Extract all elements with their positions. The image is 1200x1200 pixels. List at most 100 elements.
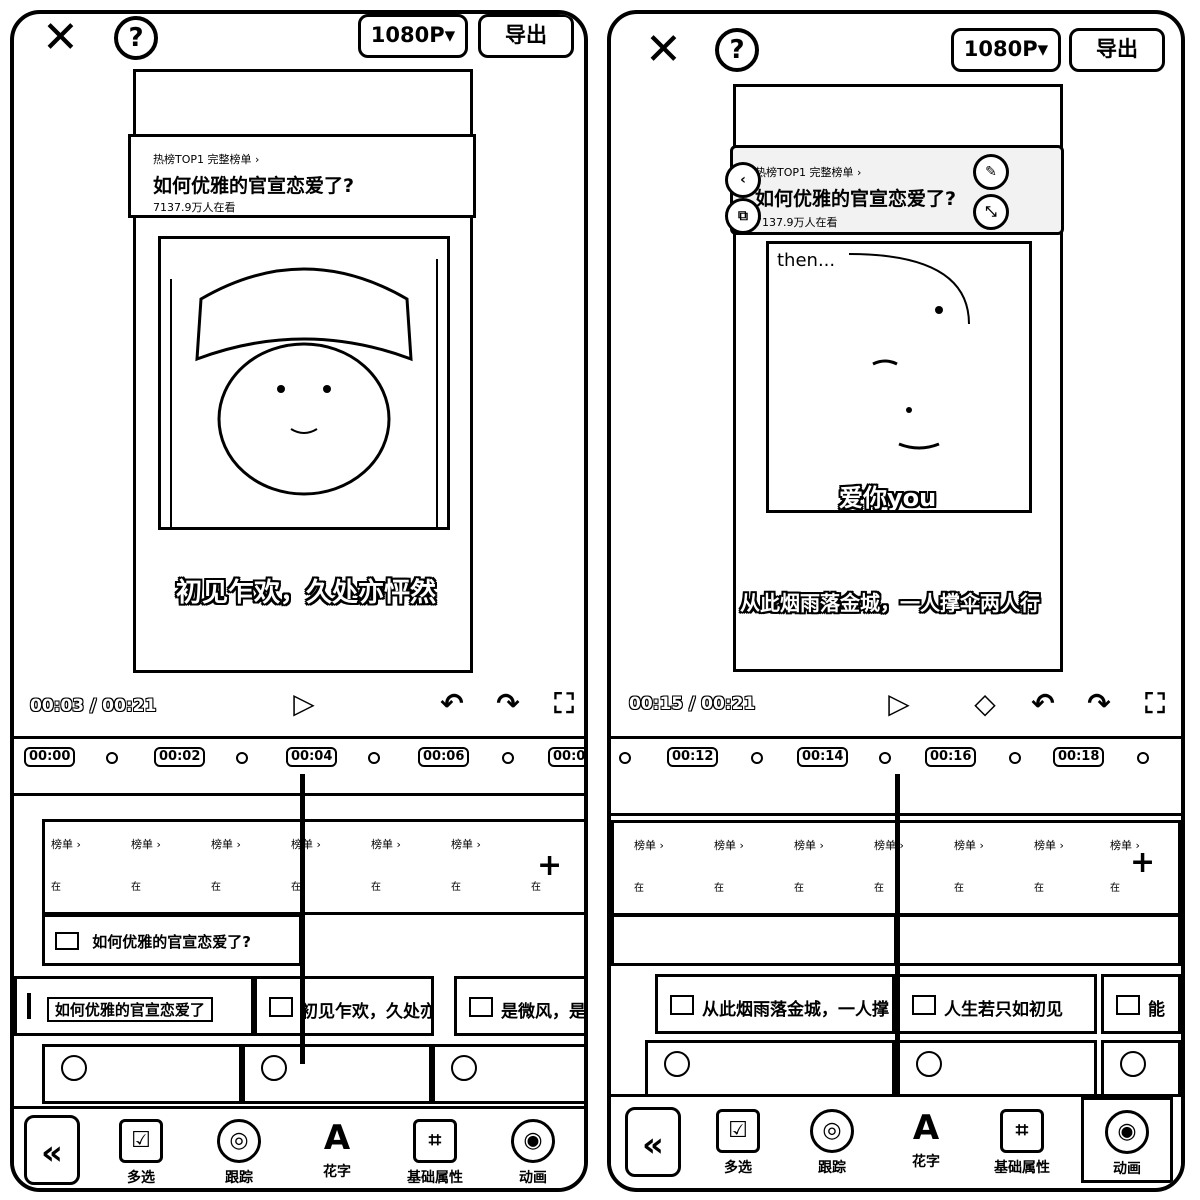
keyframe-icon[interactable]: ◇ — [967, 686, 1003, 722]
card-stats: 7137.9万人在看 — [755, 216, 838, 229]
playhead[interactable] — [895, 774, 900, 1104]
trim-handle-left[interactable] — [27, 993, 31, 1019]
tool-label: 多选 — [127, 1170, 155, 1186]
add-clip-icon[interactable]: + — [537, 848, 562, 883]
face-thumbnail-icon — [61, 1055, 87, 1081]
tool-basic-properties[interactable]: ⌗ 基础属性 — [400, 1119, 470, 1187]
thumb-label: 榜单 › — [1034, 839, 1064, 852]
thumb-label: 榜单 › — [451, 838, 481, 851]
redo-icon[interactable]: ↷ — [490, 686, 526, 722]
ruler-tick: 00:12 — [667, 747, 719, 767]
play-icon[interactable]: ▷ — [286, 686, 322, 722]
close-icon[interactable]: ✕ — [42, 16, 79, 60]
text-track-label: 如何优雅的官宣恋爱了? — [92, 933, 251, 951]
tool-fancy-text[interactable]: A 花字 — [302, 1119, 372, 1181]
animation-icon: ◉ — [511, 1119, 555, 1163]
ruler-tick: 00:08 — [548, 747, 584, 767]
face-thumbnail-icon — [451, 1055, 477, 1081]
video-subtitle: 初见乍欢，久处亦怦然 — [176, 578, 437, 608]
bottom-toolbar: « ☑ 多选 ◎ 跟踪 A 花字 ⌗ 基础属性 ◉ 动画 — [611, 1094, 1181, 1187]
export-button[interactable]: 导出 — [478, 14, 574, 58]
transform-icon: ⌗ — [413, 1119, 457, 1163]
subtitle-clip[interactable]: 是微风，是 — [454, 976, 586, 1036]
ruler-dot — [368, 752, 380, 764]
card-title: 如何优雅的官宣恋爱了? — [153, 175, 355, 197]
close-icon[interactable]: ✕ — [645, 28, 682, 72]
thumb-label: 在 — [714, 883, 724, 894]
subtitle-clip[interactable]: 人生若只如初见 — [897, 974, 1097, 1034]
thumb-label: 在 — [51, 882, 61, 893]
tool-tracking[interactable]: ◎ 跟踪 — [797, 1109, 867, 1177]
scale-handle-icon[interactable]: ⤡ — [973, 194, 1009, 230]
tool-basic-properties[interactable]: ⌗ 基础属性 — [987, 1109, 1057, 1177]
thumb-label: 在 — [874, 883, 884, 894]
overlay-clip[interactable] — [432, 1044, 584, 1104]
tool-label: 基础属性 — [407, 1170, 463, 1186]
clip-label: 能 — [1148, 1000, 1165, 1020]
undo-icon[interactable]: ↶ — [1025, 686, 1061, 722]
tool-animation[interactable]: ◉ 动画 — [498, 1119, 568, 1187]
overlay-clip[interactable] — [897, 1040, 1097, 1100]
overlay-clip[interactable] — [42, 1044, 242, 1104]
thumb-label: 在 — [794, 883, 804, 894]
phone-screen-right: ✕ ? 1080P▾ 导出 热榜TOP1 完整榜单 › 如何优雅的官宣恋爱了? … — [607, 10, 1185, 1192]
thumb-label: 榜单 › — [634, 839, 664, 852]
add-clip-icon[interactable]: + — [1130, 845, 1155, 880]
tool-animation-selected[interactable]: ◉ 动画 — [1081, 1097, 1173, 1183]
tool-label: 动画 — [1113, 1161, 1141, 1177]
ruler-tick: 00:02 — [154, 747, 206, 767]
overlay-clip[interactable] — [645, 1040, 895, 1100]
resolution-button[interactable]: 1080P▾ — [951, 28, 1061, 72]
subtitle-clip[interactable]: 能 — [1101, 974, 1181, 1034]
hot-list-card-selected[interactable]: 热榜TOP1 完整榜单 › 如何优雅的官宣恋爱了? 7137.9万人在看 ‹ ⧉… — [725, 145, 1064, 235]
playhead[interactable] — [300, 774, 305, 1064]
empty-track-segment[interactable] — [897, 914, 1181, 966]
bottom-toolbar: « ☑ 多选 ◎ 跟踪 A 花字 ⌗ 基础属性 ◉ 动画 — [14, 1106, 584, 1188]
main-video-track[interactable]: 榜单 › 榜单 › 榜单 › 榜单 › 榜单 › 榜单 › 在 在 在 在 在 … — [42, 819, 584, 915]
rotate-handle-icon[interactable]: ‹ — [725, 162, 761, 198]
fullscreen-icon[interactable]: ⛶ — [1137, 686, 1173, 722]
text-track-clip[interactable]: 如何优雅的官宣恋爱了? — [42, 914, 302, 966]
card-stats: 7137.9万人在看 — [153, 201, 236, 214]
tracking-icon: ◎ — [810, 1109, 854, 1153]
overlay-clip[interactable] — [242, 1044, 432, 1104]
subtitle-clip-selected[interactable]: 如何优雅的官宣恋爱了 — [14, 976, 254, 1036]
text-clip-icon — [670, 995, 694, 1015]
clip-label: 如何优雅的官宣恋爱了 — [46, 997, 213, 1022]
tracking-icon: ◎ — [217, 1119, 261, 1163]
play-icon[interactable]: ▷ — [881, 686, 917, 722]
empty-track-segment[interactable] — [611, 914, 897, 966]
tool-tracking[interactable]: ◎ 跟踪 — [204, 1119, 274, 1187]
face-thumbnail-icon — [1120, 1051, 1146, 1077]
redo-icon[interactable]: ↷ — [1081, 686, 1117, 722]
undo-icon[interactable]: ↶ — [434, 686, 470, 722]
video-preview[interactable]: 热榜TOP1 完整榜单 › 如何优雅的官宣恋爱了? 7137.9万人在看 ‹ ⧉… — [725, 84, 1064, 672]
tool-label: 多选 — [724, 1160, 752, 1176]
video-preview[interactable]: 热榜TOP1 完整榜单 › 如何优雅的官宣恋爱了? 7137.9万人在看 初见乍… — [128, 69, 476, 673]
tool-multiselect[interactable]: ☑ 多选 — [106, 1119, 176, 1187]
ruler-dot — [1137, 752, 1149, 764]
resolution-button[interactable]: 1080P▾ — [358, 14, 468, 58]
thumb-label: 榜单 › — [131, 838, 161, 851]
collapse-back-icon[interactable]: « — [625, 1107, 681, 1177]
export-button[interactable]: 导出 — [1069, 28, 1165, 72]
collapse-back-icon[interactable]: « — [24, 1115, 80, 1185]
letter-a-icon: A — [912, 1108, 940, 1148]
fullscreen-icon[interactable]: ⛶ — [546, 686, 582, 722]
subtitle-clip[interactable]: 从此烟雨落金城，一人撑 — [655, 974, 895, 1034]
tool-label: 跟踪 — [818, 1160, 846, 1176]
subtitle-clip[interactable]: 初见乍欢，久处亦 — [254, 976, 434, 1036]
copy-handle-icon[interactable]: ⧉ — [725, 198, 761, 234]
timeline-ruler[interactable]: 00:00 00:02 00:04 00:06 00:08 — [14, 736, 584, 796]
thumb-label: 在 — [1034, 883, 1044, 894]
tool-fancy-text[interactable]: A 花字 — [891, 1109, 961, 1171]
help-icon[interactable]: ? — [114, 16, 158, 60]
clip-label: 是微风，是 — [501, 1002, 586, 1022]
edit-handle-icon[interactable]: ✎ — [973, 154, 1009, 190]
tool-multiselect[interactable]: ☑ 多选 — [703, 1109, 773, 1177]
video-subtitle: 从此烟雨落金城，一人撑伞两人行 — [740, 591, 1040, 615]
help-icon[interactable]: ? — [715, 28, 759, 72]
overlay-clip[interactable] — [1101, 1040, 1181, 1100]
playback-time: 00:03 / 00:21 — [30, 696, 157, 716]
ruler-dot — [1009, 752, 1021, 764]
